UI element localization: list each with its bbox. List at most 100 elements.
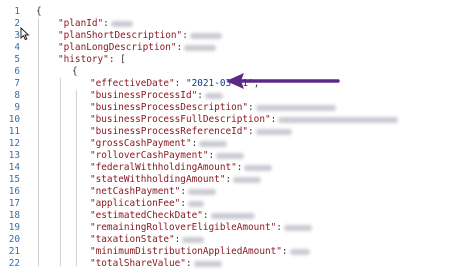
punctuation: : [276, 222, 282, 233]
line-number: 16 [8, 186, 20, 197]
brace: { [72, 66, 78, 77]
code-line: 12 "grossCashPayment": [0, 138, 474, 150]
json-editor[interactable]: 1{2 "planId": 3 "planShortDescription": 4 "pl… [0, 0, 474, 269]
punctuation: : [197, 90, 203, 101]
json-key: "applicationFee" [90, 198, 181, 209]
code-line: 22 "totalShareValue": [0, 258, 474, 270]
line-content: "minimumDistributionAppliedAmount": [90, 246, 310, 258]
json-key: "businessProcessId" [90, 90, 198, 101]
line-content: "businessProcessFullDescription": [90, 114, 399, 126]
redacted-value [187, 188, 216, 195]
line-number: 18 [8, 210, 20, 221]
line-number: 6 [14, 66, 20, 77]
redacted-value [255, 104, 336, 111]
line-content: { [36, 6, 42, 18]
line-content: "planShortDescription": [58, 30, 222, 42]
redacted-value [216, 152, 245, 159]
redacted-value [244, 164, 273, 171]
json-key: "businessProcessDescription" [90, 102, 249, 113]
json-key: "totalShareValue" [90, 258, 186, 269]
punctuation: : [270, 114, 277, 125]
line-number: 22 [8, 258, 20, 269]
json-key: "planId" [58, 18, 104, 29]
code-line: 9 "businessProcessDescription": [0, 102, 474, 114]
redacted-value [289, 248, 310, 255]
punctuation: : [103, 18, 109, 29]
json-key: "minimumDistributionAppliedAmount" [90, 246, 282, 257]
punctuation: : [248, 126, 254, 137]
line-content: "taxationState": [90, 234, 205, 246]
line-number: 11 [8, 126, 20, 137]
line-content: "estimatedCheckDate": [90, 210, 255, 222]
punctuation: : [182, 30, 188, 41]
line-content: "grossCashPayment": [90, 138, 228, 150]
line-number: 8 [14, 90, 20, 101]
json-key: "netCashPayment" [90, 186, 181, 197]
line-number: 19 [8, 222, 20, 233]
line-number: 10 [8, 114, 20, 125]
line-content: "businessProcessId": [90, 90, 223, 102]
line-content: "federalWithholdingAmount": [90, 162, 273, 174]
line-number: 1 [14, 6, 20, 17]
json-key: "stateWithholdingAmount" [90, 174, 226, 185]
line-content: "businessProcessReferenceId": [90, 126, 292, 138]
line-number: 17 [8, 198, 20, 209]
redacted-value [204, 92, 223, 99]
code-line: 3 "planShortDescription": [0, 30, 474, 42]
line-content: { [72, 66, 78, 78]
brace: { [36, 6, 42, 17]
code-line: 20 "taxationState": [0, 234, 474, 246]
line-number: 21 [8, 246, 20, 257]
line-number: 7 [14, 78, 20, 89]
redacted-value [199, 140, 228, 147]
punctuation: : [191, 138, 198, 149]
json-key: "federalWithholdingAmount" [90, 162, 237, 173]
code-line: 4 "planLongDescription": [0, 42, 474, 54]
json-key: "effectiveDate" [90, 78, 175, 89]
line-number: 14 [8, 162, 20, 173]
punctuation: : [248, 102, 254, 113]
line-number: 3 [14, 30, 20, 41]
json-key: "rolloverCashPayment" [90, 150, 209, 161]
line-content: "totalShareValue": [90, 258, 222, 270]
json-key: "businessProcessReferenceId" [90, 126, 249, 137]
line-number: 4 [14, 42, 20, 53]
line-content: "history": [ [58, 54, 126, 66]
redacted-value [283, 224, 312, 231]
redacted-value [184, 44, 217, 51]
punctuation: : [236, 162, 243, 173]
punctuation: : [180, 198, 186, 209]
redacted-value [110, 20, 133, 27]
line-number: 2 [14, 18, 20, 29]
punctuation: : [174, 234, 181, 245]
json-key: "remainingRolloverEligibleAmount" [90, 222, 277, 233]
line-number: 15 [8, 174, 20, 185]
code-line: 16 "netCashPayment": [0, 186, 474, 198]
json-key: "estimatedCheckDate" [90, 210, 203, 221]
line-content: "remainingRolloverEligibleAmount": [90, 222, 312, 234]
code-line: 21 "minimumDistributionAppliedAmount": [0, 246, 474, 258]
punctuation: : [202, 210, 209, 221]
code-line: 18 "estimatedCheckDate": [0, 210, 474, 222]
punctuation: : [208, 150, 215, 161]
code-line: 19 "remainingRolloverEligibleAmount": [0, 222, 474, 234]
redacted-value [189, 32, 222, 39]
code-line: 15 "stateWithholdingAmount": [0, 174, 474, 186]
punctuation: : [174, 78, 186, 89]
line-content: "netCashPayment": [90, 186, 216, 198]
redacted-value [278, 116, 399, 123]
code-line: 2 "planId": [0, 18, 474, 30]
redacted-value [210, 212, 255, 219]
json-key: "taxationState" [90, 234, 175, 245]
json-key: "grossCashPayment" [90, 138, 192, 149]
punctuation: : [281, 246, 288, 257]
line-number: 5 [14, 54, 20, 65]
line-number: 12 [8, 138, 20, 149]
line-number: 20 [8, 234, 20, 245]
json-key: "history" [58, 54, 109, 65]
line-content: "planId": [58, 18, 133, 30]
line-content: "businessProcessDescription": [90, 102, 336, 114]
redacted-value [182, 236, 205, 243]
code-line: 11 "businessProcessReferenceId": [0, 126, 474, 138]
code-line: 1{ [0, 6, 474, 18]
